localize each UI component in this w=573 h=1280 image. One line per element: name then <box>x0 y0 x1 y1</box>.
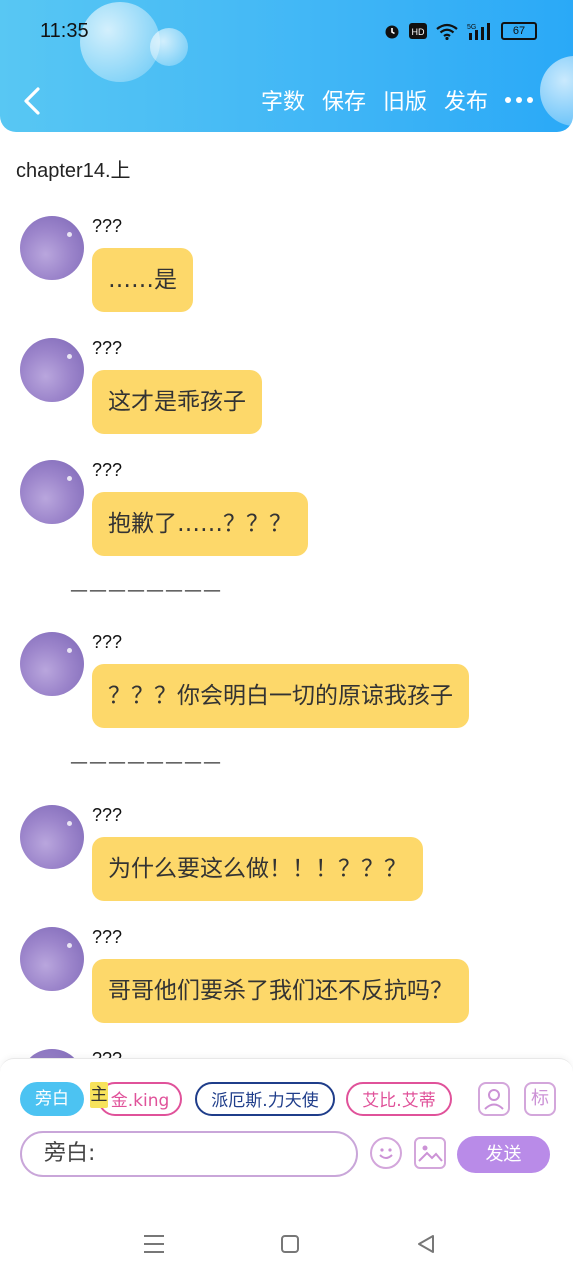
menu-icon[interactable] <box>143 1234 165 1254</box>
image-icon[interactable] <box>414 1137 446 1169</box>
save-button[interactable]: 保存 <box>322 84 366 116</box>
avatar[interactable] <box>20 216 84 280</box>
hd-icon: HD <box>409 23 427 39</box>
avatar[interactable] <box>20 338 84 402</box>
word-count-button[interactable]: 字数 <box>261 84 305 116</box>
character-manage-icon[interactable] <box>478 1082 510 1116</box>
svg-text:HD: HD <box>412 27 425 37</box>
status-time: 11:35 <box>40 20 89 42</box>
send-button[interactable]: 发送 <box>457 1136 550 1173</box>
message-bubble[interactable]: 哥哥他们要杀了我们还不反抗吗？ <box>92 959 469 1023</box>
speaker-name: ??? <box>92 460 123 480</box>
publish-button[interactable]: 发布 <box>444 84 488 116</box>
status-bar: 11:35 HD 5G 67 <box>0 18 573 48</box>
speaker-name: ??? <box>92 805 123 825</box>
message-bubble[interactable]: ？？？你会明白一切的原谅我孩子 <box>92 664 469 728</box>
back-arrow-icon[interactable] <box>20 86 44 116</box>
message-bubble[interactable]: 抱歉了……？？？ <box>92 492 308 556</box>
emoji-icon[interactable] <box>370 1137 402 1169</box>
scene-divider: ———————— <box>70 580 222 601</box>
wifi-icon <box>436 23 458 40</box>
main-character-marker[interactable]: 主 <box>90 1082 108 1108</box>
battery-indicator: 67 <box>501 22 537 40</box>
picture-icon <box>418 1145 443 1162</box>
message-bubble[interactable]: 这才是乖孩子 <box>92 370 262 434</box>
alarm-icon <box>385 25 399 39</box>
scene-divider: ———————— <box>70 752 222 773</box>
svg-text:5G: 5G <box>467 24 476 31</box>
message-input[interactable]: 旁白: <box>20 1131 358 1177</box>
message-bubble[interactable]: ……是 <box>92 248 193 312</box>
home-icon[interactable] <box>280 1234 300 1254</box>
mark-button[interactable]: 标 <box>524 1082 556 1116</box>
speaker-name: ??? <box>92 927 123 947</box>
speaker-name: ??? <box>92 216 123 236</box>
character-chip-jin[interactable]: 金.king <box>98 1082 182 1116</box>
avatar[interactable] <box>20 927 84 991</box>
smile-icon <box>379 1148 393 1159</box>
avatar[interactable] <box>20 460 84 524</box>
signal-5g-icon: 5G <box>467 23 490 40</box>
avatar[interactable] <box>20 805 84 869</box>
character-chip-narration[interactable]: 旁白 <box>20 1082 84 1116</box>
message-bubble[interactable]: 为什么要这么做！！！？？？ <box>92 837 423 901</box>
person-icon <box>484 1089 504 1110</box>
avatar[interactable] <box>20 632 84 696</box>
toolbar-actions: 字数 保存 旧版 发布 <box>261 84 573 116</box>
character-chip-pani[interactable]: 派厄斯.力天使 <box>195 1082 335 1116</box>
speaker-name: ??? <box>92 338 123 358</box>
chapter-title: chapter14.上 <box>16 160 131 182</box>
speaker-name: ??? <box>92 632 123 652</box>
character-chip-abi[interactable]: 艾比.艾蒂 <box>346 1082 452 1116</box>
more-options-icon[interactable] <box>505 97 533 103</box>
system-nav-bar <box>0 1208 573 1280</box>
top-app-bar: 11:35 HD 5G 67 字数 保存 旧版 发布 <box>0 0 573 132</box>
old-version-button[interactable]: 旧版 <box>383 84 427 116</box>
status-icons: HD 5G 67 <box>383 22 537 40</box>
back-triangle-icon[interactable] <box>416 1234 436 1254</box>
